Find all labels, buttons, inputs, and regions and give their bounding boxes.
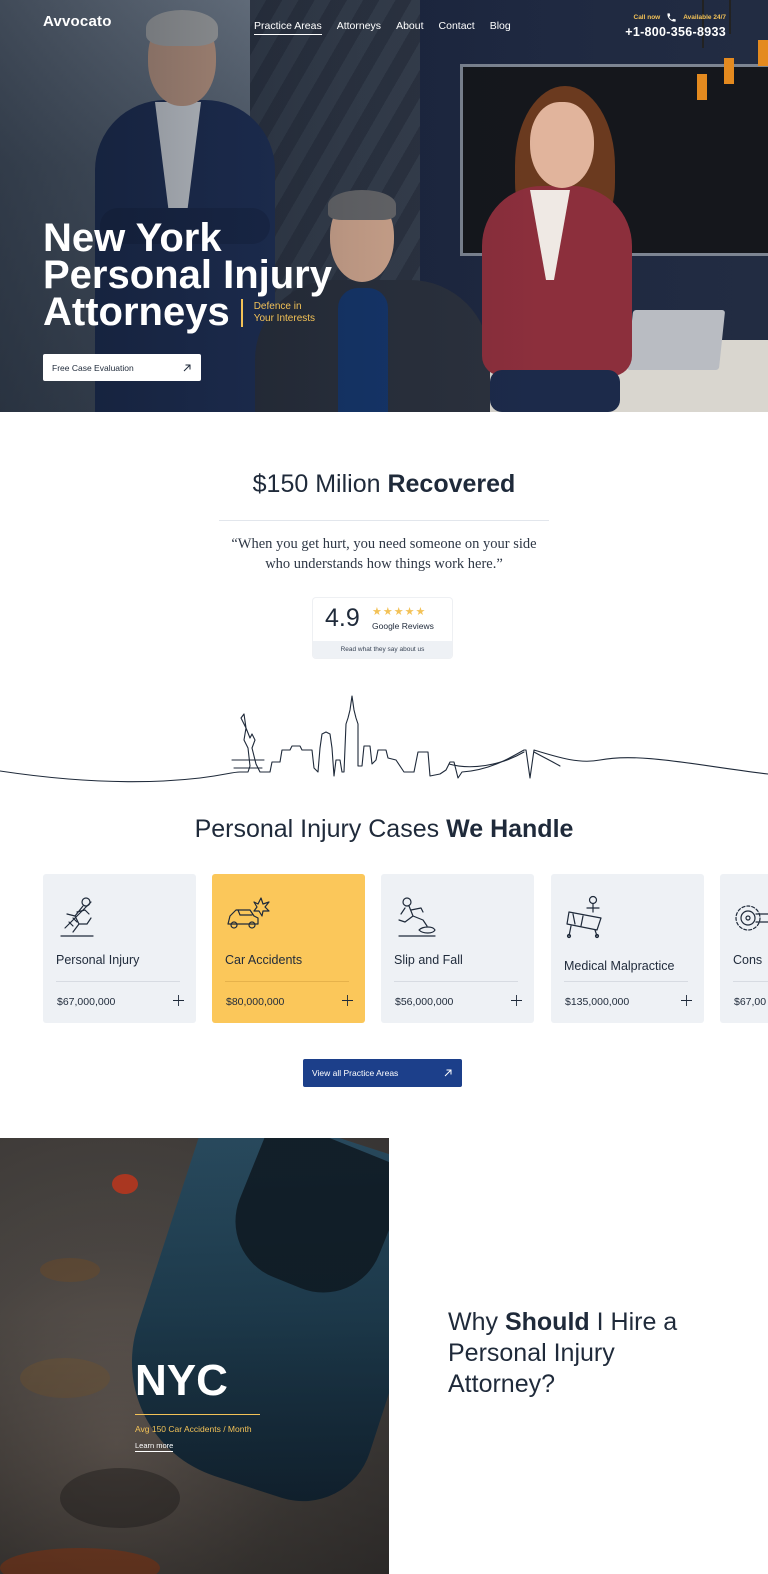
nyc-stat: Avg 150 Car Accidents / Month — [135, 1424, 252, 1434]
card-divider — [394, 981, 518, 982]
hero-heading-line-3: Attorneys — [43, 290, 230, 334]
star-rating-icon: ★★★★★ — [372, 606, 427, 618]
hero-heading-line-2: Personal Injury — [43, 253, 332, 297]
plus-icon[interactable] — [173, 995, 184, 1006]
recovered-word: Recovered — [387, 470, 516, 498]
card-divider — [225, 981, 349, 982]
case-amount: $67,00 — [734, 996, 767, 1008]
car-crash-icon — [227, 897, 270, 929]
why-hire-heading: Why Should I Hire a Personal Injury Atto… — [448, 1307, 728, 1400]
call-now-label: Call now — [633, 14, 661, 21]
cases-heading: Personal Injury Cases We Handle — [0, 815, 768, 844]
why-line-3: Attorney? — [448, 1370, 556, 1398]
main-menu: Practice Areas Attorneys About Contact B… — [254, 20, 511, 35]
case-amount: $67,000,000 — [57, 996, 116, 1008]
case-card-slip-and-fall[interactable]: Slip and Fall $56,000,000 — [381, 874, 534, 1023]
plus-icon[interactable] — [681, 995, 692, 1006]
case-amount: $80,000,000 — [226, 996, 285, 1008]
why-bold: Should — [504, 1308, 590, 1336]
nav-item-practice-areas[interactable]: Practice Areas — [254, 20, 322, 35]
recovered-heading: $150 Milion Recovered — [0, 470, 768, 499]
card-divider — [56, 981, 180, 982]
case-name: Slip and Fall — [394, 953, 463, 967]
medical-bed-icon — [566, 895, 602, 939]
nav-item-contact[interactable]: Contact — [439, 20, 475, 35]
availability-label: Available 24/7 — [683, 14, 726, 21]
case-name: Personal Injury — [56, 953, 140, 967]
case-cards-carousel: Personal Injury $67,000,000 Car Accident… — [43, 874, 768, 1024]
case-card-car-accidents[interactable]: Car Accidents $80,000,000 — [212, 874, 365, 1023]
cases-heading-normal: Personal Injury Cases — [194, 815, 440, 843]
case-amount: $56,000,000 — [395, 996, 454, 1008]
free-case-evaluation-label: Free Case Evaluation — [52, 362, 134, 373]
case-card-medical-malpractice[interactable]: Medical Malpractice $135,000,000 — [551, 874, 704, 1023]
nav-item-blog[interactable]: Blog — [490, 20, 511, 35]
nyc-rule — [135, 1414, 260, 1415]
slipping-person-icon — [398, 897, 436, 937]
case-name: Medical Malpractice — [564, 959, 675, 973]
card-divider — [564, 981, 688, 982]
top-navigation: Avvocato Practice Areas Attorneys About … — [0, 0, 768, 60]
why-pre: Why — [448, 1308, 498, 1336]
recovered-amount: $150 Milion — [252, 470, 381, 498]
learn-more-link[interactable]: Learn more — [135, 1441, 174, 1452]
view-all-label: View all Practice Areas — [312, 1068, 399, 1078]
hero-tagline-line-1: Defence in — [253, 300, 302, 312]
case-amount: $135,000,000 — [565, 996, 630, 1008]
saw-blade-icon — [735, 905, 768, 931]
google-reviews-card[interactable]: 4.9 ★★★★★ Google Reviews Read what they … — [313, 598, 452, 658]
quote-line-1: “When you get hurt, you need someone on … — [231, 536, 537, 552]
review-rating: 4.9 — [325, 604, 360, 632]
why-post: I Hire a — [596, 1308, 678, 1336]
case-name: Cons — [733, 953, 763, 967]
arrow-up-right-icon — [183, 364, 191, 371]
arrow-up-right-icon — [444, 1069, 452, 1077]
hero-section: Avvocato Practice Areas Attorneys About … — [0, 0, 768, 412]
nav-item-about[interactable]: About — [396, 20, 423, 35]
falling-person-icon — [60, 897, 94, 937]
card-divider — [733, 981, 768, 982]
hero-overlay — [0, 0, 768, 412]
reviews-link[interactable]: Read what they say about us — [313, 641, 452, 658]
nyc-title: NYC — [135, 1356, 228, 1405]
plus-icon[interactable] — [342, 995, 353, 1006]
nyc-skyline-line-drawing — [0, 695, 768, 783]
hero-heading-line-3-row: Attorneys Defence in Your Interests — [43, 290, 332, 334]
why-line-2: Personal Injury — [448, 1339, 615, 1367]
review-source: Google Reviews — [372, 621, 434, 631]
case-card-personal-injury[interactable]: Personal Injury $67,000,000 — [43, 874, 196, 1023]
hero-heading: New York Personal Injury Attorneys Defen… — [43, 216, 332, 334]
nav-item-attorneys[interactable]: Attorneys — [337, 20, 381, 35]
cases-heading-bold: We Handle — [446, 815, 574, 843]
free-case-evaluation-button[interactable]: Free Case Evaluation — [43, 354, 201, 381]
phone-icon — [667, 13, 676, 22]
site-logo[interactable]: Avvocato — [43, 13, 112, 30]
view-all-practice-areas-button[interactable]: View all Practice Areas — [303, 1059, 462, 1087]
phone-number-link[interactable]: +1-800-356-8933 — [625, 25, 726, 39]
section-divider — [219, 520, 549, 521]
hero-heading-line-1: New York — [43, 216, 222, 260]
hero-tagline: Defence in Your Interests — [240, 298, 316, 327]
hero-tagline-line-2: Your Interests — [253, 312, 316, 324]
quote-line-2: who understands how things work here.” — [265, 556, 503, 572]
case-card-construction[interactable]: Cons $67,00 — [720, 874, 768, 1023]
call-info: Call now Available 24/7 — [633, 12, 726, 23]
case-name: Car Accidents — [225, 953, 303, 967]
testimonial-quote: “When you get hurt, you need someone on … — [184, 534, 584, 574]
plus-icon[interactable] — [511, 995, 522, 1006]
